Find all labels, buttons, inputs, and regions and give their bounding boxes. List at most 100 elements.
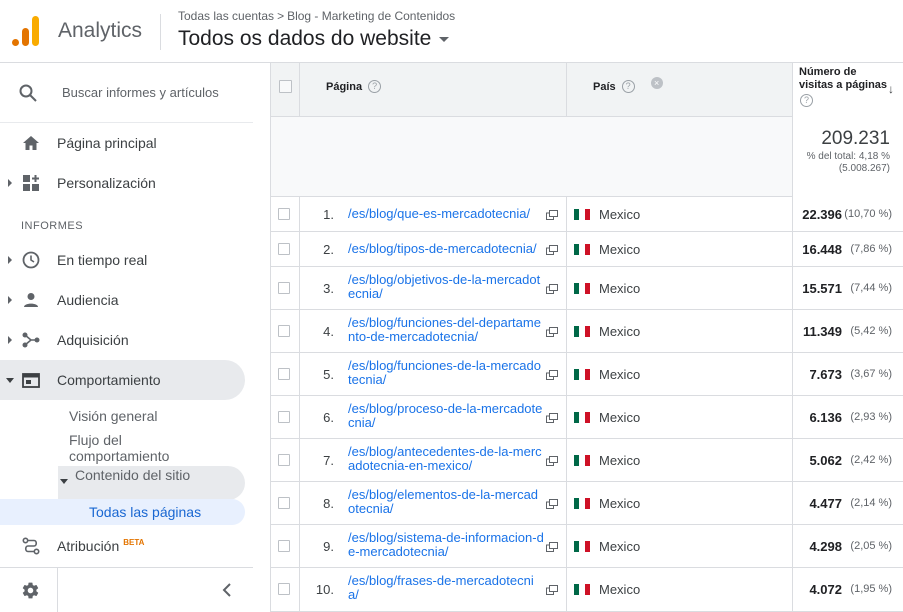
chevron-left-icon[interactable]: [220, 582, 234, 598]
column-header-pageviews[interactable]: Número de visitas a páginas ↓ ?: [792, 63, 903, 117]
row-checkbox[interactable]: [278, 324, 290, 337]
nav-customization[interactable]: Personalización: [0, 163, 245, 203]
total-value: 209.231: [821, 128, 890, 149]
row-country[interactable]: Mexico: [599, 367, 640, 382]
breadcrumb[interactable]: Todas las cuentas > Blog - Marketing de Co…: [178, 9, 455, 23]
row-checkbox[interactable]: [278, 496, 290, 509]
nav-acquisition[interactable]: Adquisición: [0, 320, 245, 360]
column-header-country[interactable]: País ? ×: [593, 76, 663, 93]
row-rank: 7.: [323, 452, 334, 468]
nav-all-pages-label: Todas las páginas: [89, 504, 202, 520]
row-pageviews-pct: (2,05 %): [850, 539, 892, 552]
row-checkbox[interactable]: [278, 281, 290, 294]
search-reports[interactable]: Buscar informes y artículos: [0, 63, 253, 123]
column-divider: [566, 310, 567, 353]
row-pageviews-pct: (7,86 %): [850, 242, 892, 255]
row-checkbox[interactable]: [278, 242, 290, 255]
page-link[interactable]: /es/blog/que-es-mercadotecnia/: [348, 206, 544, 221]
row-country[interactable]: Mexico: [599, 453, 640, 468]
row-checkbox[interactable]: [278, 367, 290, 380]
nav-behavior-label: Comportamiento: [57, 372, 161, 388]
nav-attribution[interactable]: Atribución BETA: [0, 526, 245, 566]
open-external-icon[interactable]: [546, 498, 558, 509]
header-divider: [160, 14, 161, 50]
open-external-icon[interactable]: [546, 455, 558, 466]
page-link[interactable]: /es/blog/elementos-de-la-mercadotecnia/: [348, 488, 544, 516]
page-link[interactable]: /es/blog/funciones-del-departamento-de-m…: [348, 316, 544, 344]
page-link[interactable]: /es/blog/frases-de-mercadotecnia/: [348, 574, 544, 602]
column-divider: [792, 353, 793, 396]
nav-attribution-text: Atribución BETA: [57, 538, 144, 554]
page-link[interactable]: /es/blog/objetivos-de-la-mercadotecnia/: [348, 273, 544, 301]
analytics-logo-icon[interactable]: [12, 16, 40, 46]
row-country[interactable]: Mexico: [599, 582, 640, 597]
help-icon[interactable]: ?: [800, 94, 813, 107]
open-external-icon[interactable]: [546, 244, 558, 255]
open-external-icon[interactable]: [546, 283, 558, 294]
sidebar-footer: [0, 567, 253, 612]
row-checkbox[interactable]: [278, 453, 290, 466]
column-divider: [792, 232, 793, 267]
page-link[interactable]: /es/blog/antecedentes-de-la-mercadotecni…: [348, 445, 544, 473]
open-external-icon[interactable]: [546, 369, 558, 380]
breadcrumb-account[interactable]: Todas las cuentas: [178, 9, 274, 23]
mexico-flag-icon: [574, 282, 590, 294]
row-pageviews: 7.673: [809, 366, 842, 382]
nav-site-content[interactable]: Contenido del sitio: [58, 466, 245, 500]
row-country[interactable]: Mexico: [599, 496, 640, 511]
row-pageviews: 22.396: [802, 206, 842, 222]
row-rank: 8.: [323, 495, 334, 511]
table-row: 10. /es/blog/frases-de-mercadotecnia/Mexi…: [271, 568, 903, 612]
page-link[interactable]: /es/blog/tipos-de-mercadotecnia/: [348, 241, 544, 256]
breadcrumb-property[interactable]: Blog - Marketing de Contenidos: [287, 9, 455, 23]
row-country[interactable]: Mexico: [599, 410, 640, 425]
beta-badge: BETA: [123, 538, 145, 548]
nav-home[interactable]: Página principal: [0, 123, 245, 163]
expand-arrow-icon: [8, 256, 12, 264]
row-country[interactable]: Mexico: [599, 324, 640, 339]
total-sum-line: (5.008.267): [838, 163, 890, 174]
column-divider: [566, 525, 567, 568]
nav-behavior-flow[interactable]: Flujo del comportamiento: [69, 432, 199, 464]
total-percentage: % del total: 4,18 % (5.008.267): [807, 151, 890, 175]
open-external-icon[interactable]: [546, 585, 558, 595]
nav-behavior-overview[interactable]: Visión general: [69, 408, 157, 424]
total-pct-line: % del total: 4,18 %: [806, 151, 890, 162]
row-pageviews-pct: (2,14 %): [850, 496, 892, 509]
row-country[interactable]: Mexico: [599, 207, 640, 222]
page-link[interactable]: /es/blog/funciones-de-la-mercadotecnia/: [348, 359, 544, 387]
row-checkbox[interactable]: [278, 539, 290, 552]
row-checkbox[interactable]: [278, 410, 290, 423]
nav-audience[interactable]: Audiencia: [0, 280, 245, 320]
select-all-checkbox[interactable]: [279, 80, 292, 93]
column-divider: [566, 396, 567, 439]
gear-icon[interactable]: [21, 581, 40, 600]
row-rank: 5.: [323, 366, 334, 382]
view-selector[interactable]: Todos os dados do website: [178, 27, 450, 51]
column-divider: [566, 353, 567, 396]
open-external-icon[interactable]: [546, 541, 558, 552]
help-icon[interactable]: ?: [368, 80, 382, 93]
open-external-icon[interactable]: [546, 209, 558, 220]
sort-descending-icon[interactable]: ↓: [888, 82, 894, 96]
nav-all-pages[interactable]: Todas las páginas: [0, 499, 245, 525]
remove-dimension-icon[interactable]: ×: [650, 76, 663, 89]
row-rank: 1.: [323, 206, 334, 222]
column-header-page[interactable]: Página ?: [326, 80, 382, 93]
mexico-flag-icon: [574, 540, 590, 552]
row-rank: 3.: [323, 280, 334, 296]
open-external-icon[interactable]: [546, 326, 558, 337]
nav-behavior[interactable]: Comportamiento: [0, 360, 245, 400]
nav-realtime[interactable]: En tiempo real: [0, 240, 245, 280]
nav-site-content-label: Contenido del sitio: [75, 467, 191, 483]
row-checkbox[interactable]: [278, 583, 290, 595]
row-country[interactable]: Mexico: [599, 242, 640, 257]
row-checkbox[interactable]: [278, 207, 290, 220]
open-external-icon[interactable]: [546, 412, 558, 423]
page-link[interactable]: /es/blog/proceso-de-la-mercadotecnia/: [348, 402, 544, 430]
page-link[interactable]: /es/blog/sistema-de-informacion-de-merca…: [348, 531, 544, 559]
row-country[interactable]: Mexico: [599, 539, 640, 554]
table-row: 4. /es/blog/funciones-del-departamento-de…: [271, 310, 903, 353]
help-icon[interactable]: ?: [621, 80, 635, 93]
row-country[interactable]: Mexico: [599, 281, 640, 296]
